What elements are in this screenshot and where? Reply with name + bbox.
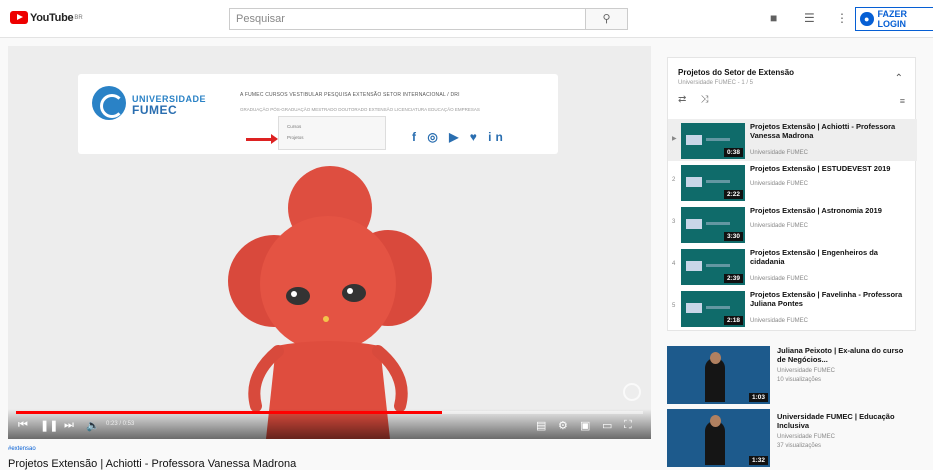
video-hashtag[interactable]: #extensao [8,446,36,452]
playlist-controls: ⇄⤨ [678,94,722,105]
playlist-item[interactable]: 3 3:30 Projetos Extensão | Astronomia 20… [668,203,917,245]
theater-mode-icon[interactable]: ▭ [602,419,612,432]
playlist-item-channel: Universidade FUMEC [750,181,809,187]
time-display: 0:23 / 0:53 [106,421,135,427]
youtube-play-icon [10,11,28,24]
pause-icon[interactable]: ❚❚ [40,419,58,432]
settings-more-icon[interactable]: ⋮ [836,11,848,25]
playlist-index: 2 [672,177,676,183]
volume-icon[interactable]: 🔈 [86,419,100,432]
playlist-item-title: Projetos Extensão | ESTUDEVEST 2019 [750,164,891,173]
playlist-item-title: Projetos Extensão | Engenheiros da cidad… [750,248,878,266]
recommended-channel: Universidade FUMEC [777,434,836,440]
playlist-thumbnail: 2:18 [681,291,745,327]
collapse-chevron-icon[interactable]: ⌃ [895,73,903,84]
save-playlist-icon[interactable]: ≡ [900,96,905,106]
duration-badge: 2:18 [723,316,743,325]
player-controls: ⏮ ❚❚ ⏭ 🔈 0:23 / 0:53 ▤ ⚙ ▣ ▭ ⛶ [8,409,651,439]
duration-badge: 2:22 [723,190,743,199]
recommended-video[interactable]: 1:03 Juliana Peixoto | Ex-aluna do curso… [667,346,917,406]
playlist-index: 4 [672,261,676,267]
duration-badge: 3:30 [723,232,743,241]
playlist-item[interactable]: 5 2:18 Projetos Extensão | Favelinha - P… [668,287,917,329]
settings-icon[interactable]: ⚙ [558,419,568,432]
recommended-title: Juliana Peixoto | Ex-aluna do curso de N… [777,346,904,364]
recommended-thumbnail: 1:03 [667,346,770,404]
playlist-thumbnail: 2:39 [681,249,745,285]
duration-badge: 2:39 [723,274,743,283]
playlist-item-channel: Universidade FUMEC [750,318,809,324]
search-icon: ⚲ [602,13,611,25]
channel-watermark-icon[interactable] [623,383,641,401]
youtube-logo[interactable]: YouTube BR [10,11,83,24]
playlist-thumbnail: 2:22 [681,165,745,201]
playlist-thumbnail: 3:30 [681,207,745,243]
playlist-thumbnail: 0:38 [681,123,745,159]
mascot-head [260,216,396,352]
create-video-icon[interactable]: ■ [770,11,777,25]
mascot-eye-right [342,284,366,302]
login-button[interactable]: ● FAZER LOGIN [855,7,933,31]
fullscreen-icon[interactable]: ⛶ [624,419,632,432]
apps-grid-icon[interactable]: ☰ [804,11,815,25]
playlist-item-channel: Universidade FUMEC [750,223,809,229]
video-title: Projetos Extensão | Achiotti - Professor… [8,458,297,470]
progress-bar[interactable] [16,411,643,414]
playlist-item-title: Projetos Extensão | Astronomia 2019 [750,206,882,215]
next-icon[interactable]: ⏭ [64,419,74,432]
search-input[interactable]: Pesquisar [229,8,586,30]
duration-badge: 1:32 [748,456,768,465]
miniplayer-icon[interactable]: ▣ [580,419,590,432]
recommended-views: 10 visualizações [777,377,822,383]
mascot-nose [323,316,329,322]
playlist-item[interactable]: 2 2:22 Projetos Extensão | ESTUDEVEST 20… [668,161,917,203]
loop-icon[interactable]: ⇄ [678,94,700,105]
recommended-thumbnail: 1:32 [667,409,770,467]
search-button[interactable]: ⚲ [586,8,628,30]
login-label: FAZER LOGIN [877,9,908,29]
logo-text: YouTube [30,11,74,24]
playlist-title[interactable]: Projetos do Setor de Extensão [678,68,794,77]
previous-icon[interactable]: ⏮ [18,419,28,432]
video-player[interactable]: UNIVERSIDADE FUMEC A FUMEC CURSOS VESTIB… [8,46,651,439]
recommended-views: 37 visualizações [777,443,822,449]
playing-icon: ▶ [672,136,677,142]
progress-fill [16,411,443,414]
playlist-panel: Projetos do Setor de Extensão Universida… [667,57,917,331]
playlist-index: 5 [672,303,676,309]
recommended-channel: Universidade FUMEC [777,368,836,374]
playlist-subtitle: Universidade FUMEC - 1 / 5 [678,80,754,86]
recommended-video[interactable]: 1:32 Universidade FUMEC | Educação Inclu… [667,409,917,469]
playlist-item-title: Projetos Extensão | Achiotti - Professor… [750,122,896,140]
playlist-item-channel: Universidade FUMEC [750,276,809,282]
recommended-title: Universidade FUMEC | Educação Inclusiva [777,412,895,430]
subtitles-icon[interactable]: ▤ [536,419,546,432]
playlist-item-title: Projetos Extensão | Favelinha - Professo… [750,290,903,308]
masthead: YouTube BR Pesquisar ⚲ ■ ☰ ⋮ ● FAZER LOG… [0,0,933,38]
playlist-index: 3 [672,219,676,225]
shuffle-icon[interactable]: ⤨ [700,94,722,105]
logo-country-code: BR [74,14,83,21]
playlist-item-channel: Universidade FUMEC [750,150,809,156]
mascot-character [228,166,432,439]
mascot-eye-left [286,287,310,305]
playlist-item[interactable]: ▶ 0:38 Projetos Extensão | Achiotti - Pr… [668,119,917,161]
duration-badge: 1:03 [748,393,768,402]
account-icon: ● [860,12,874,26]
playlist-item[interactable]: 4 2:39 Projetos Extensão | Engenheiros d… [668,245,917,287]
duration-badge: 0:38 [723,148,743,157]
